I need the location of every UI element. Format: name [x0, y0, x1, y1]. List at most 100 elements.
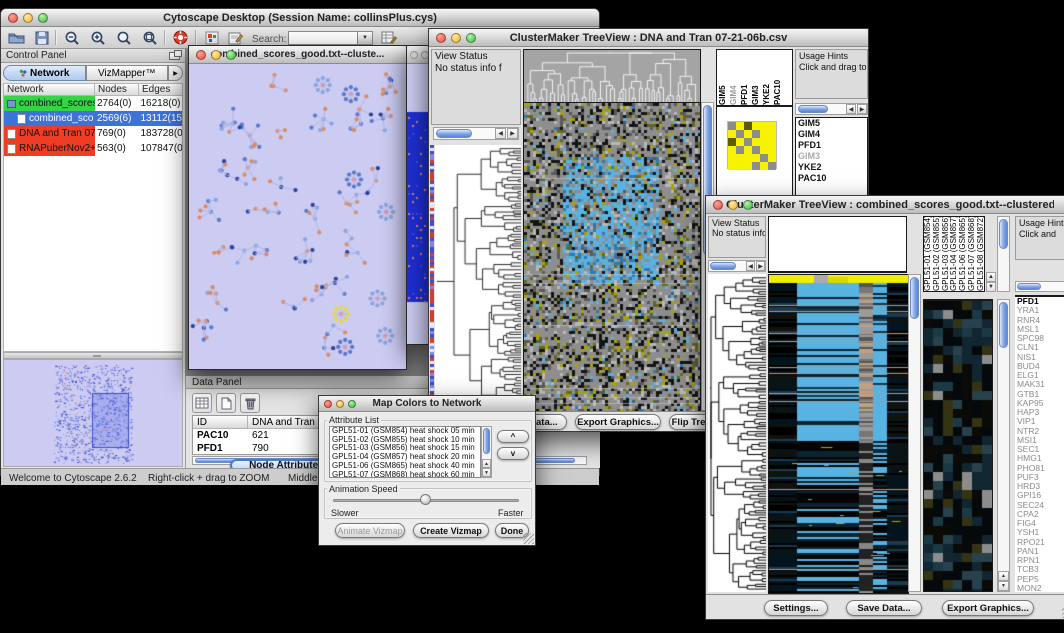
attribute-item[interactable]: GPL51-07 (GSM868) heat shock 60 min	[330, 471, 480, 478]
tab-overflow-button[interactable]: ▶	[168, 65, 183, 81]
network-graph-canvas[interactable]	[189, 64, 406, 369]
animate-vizmap-button[interactable]: Animate Vizmap	[335, 523, 405, 538]
minimize-button[interactable]	[23, 13, 33, 23]
save-icon[interactable]	[32, 29, 51, 46]
save-data-button[interactable]: Save Data...	[846, 600, 922, 616]
network-overview-canvas[interactable]	[4, 360, 182, 466]
vscroll-thumb[interactable]	[483, 428, 490, 454]
scroll-right-icon[interactable]: ▶	[507, 128, 518, 139]
zoom-window-button[interactable]	[38, 13, 48, 23]
column-label[interactable]: GPL51-02 (GSM855)	[933, 217, 942, 291]
matrix-cell[interactable]	[744, 146, 752, 154]
col-edges[interactable]: Edges	[139, 83, 183, 96]
search-dropdown-icon[interactable]: ▼	[358, 31, 373, 45]
gene-label[interactable]: GIM3	[796, 151, 867, 162]
close-button[interactable]	[196, 50, 206, 60]
matrix-cell[interactable]	[760, 154, 768, 162]
matrix-cell[interactable]	[768, 122, 776, 130]
treeview1-left-hscrollbar[interactable]: ◀ ▶	[433, 127, 519, 140]
delete-attribute-icon[interactable]	[240, 393, 260, 413]
table-edit-icon[interactable]	[379, 29, 398, 46]
zoom-window-button[interactable]	[743, 200, 753, 210]
treeview2-left-hscrollbar[interactable]: ◀ ▶	[708, 260, 766, 272]
gene-label[interactable]: GIM5	[796, 118, 867, 129]
network-graph-canvas-2[interactable]	[407, 64, 429, 344]
network-list-row[interactable]: DNA and Tran 07 769(0) 183728(0)	[4, 126, 182, 141]
close-button[interactable]	[8, 13, 18, 23]
gene-label[interactable]: YKE2	[796, 162, 867, 173]
move-down-button[interactable]: v	[497, 447, 529, 460]
matrix-cell[interactable]	[728, 130, 736, 138]
gene-label[interactable]: MON2	[1015, 584, 1064, 592]
treeview2-column-labels[interactable]: GPL51-01 (GSM854)GPL51-02 (GSM855)GPL51-…	[923, 216, 985, 292]
scroll-left-icon[interactable]: ◀	[746, 261, 755, 271]
tab-vizmapper[interactable]: VizMapper™	[86, 65, 169, 81]
matrix-cell[interactable]	[752, 122, 760, 130]
scroll-up-icon[interactable]: ▲	[986, 272, 996, 282]
new-attribute-icon[interactable]	[216, 393, 236, 413]
export-graphics-button[interactable]: Export Graphics...	[942, 600, 1034, 616]
gim-cluster-matrix[interactable]	[727, 121, 777, 169]
network-list-row[interactable]: combined_scores 2764(0) 16218(0)	[4, 96, 182, 111]
dialog-titlebar[interactable]: Map Colors to Network	[319, 396, 535, 412]
network-overview-panel[interactable]	[3, 359, 183, 467]
column-gene-label[interactable]: GIM3	[750, 50, 761, 105]
network-list-row[interactable]: RNAPuberNov2+ 563(0) 107847(0)	[4, 141, 182, 156]
scroll-left-icon[interactable]: ◀	[495, 128, 506, 139]
matrix-cell[interactable]	[736, 138, 744, 146]
scroll-down-icon[interactable]: ▼	[482, 468, 491, 477]
treeview1-column-dendrogram[interactable]	[523, 49, 701, 103]
zoom-fit-icon[interactable]	[114, 29, 133, 46]
scroll-up-icon[interactable]: ▲	[998, 571, 1009, 581]
slider-knob[interactable]	[420, 494, 431, 505]
matrix-cell[interactable]	[760, 122, 768, 130]
column-gene-label[interactable]: PFD1	[739, 50, 750, 105]
scroll-down-icon[interactable]: ▼	[986, 282, 996, 292]
zoom-window-button[interactable]	[226, 50, 236, 60]
treeview1-row-dendrogram[interactable]	[435, 145, 521, 411]
zoom-in-icon[interactable]	[88, 29, 107, 46]
scroll-down-icon[interactable]: ▼	[998, 581, 1009, 591]
hscroll-thumb[interactable]	[710, 262, 736, 270]
attribute-list[interactable]: GPL51-01 (GSM854) heat shock 05 minGPL51…	[329, 426, 481, 478]
network-view-2-titlebar[interactable]	[407, 46, 429, 64]
scroll-left-icon[interactable]: ◀	[846, 104, 856, 114]
column-gene-label[interactable]: YKE2	[761, 50, 772, 105]
matrix-cell[interactable]	[736, 122, 744, 130]
vscroll-thumb[interactable]	[910, 277, 919, 319]
scroll-up-icon[interactable]: ▲	[482, 459, 491, 468]
column-gene-label[interactable]: PAC10	[772, 50, 783, 105]
matrix-cell[interactable]	[736, 162, 744, 170]
close-button[interactable]	[324, 400, 332, 408]
matrix-cell[interactable]	[752, 138, 760, 146]
res-grip-icon[interactable]	[523, 533, 534, 544]
close-button[interactable]	[436, 33, 446, 43]
col-network[interactable]: Network	[3, 83, 95, 96]
tab-network[interactable]: Network	[3, 65, 86, 81]
matrix-cell[interactable]	[728, 146, 736, 154]
attribute-table-icon[interactable]	[192, 393, 212, 413]
matrix-cell[interactable]	[760, 138, 768, 146]
matrix-cell[interactable]	[760, 130, 768, 138]
network-list-row[interactable]: combined_sco 2569(6) 13112(15)	[4, 111, 182, 126]
column-label[interactable]: GPL51-07 (GSM868)	[968, 217, 977, 291]
matrix-cell[interactable]	[768, 138, 776, 146]
hscroll-thumb[interactable]	[1017, 283, 1041, 290]
gene-label[interactable]: GIM4	[796, 129, 867, 140]
treeview2-gene-list[interactable]: PFD1YRA1RNR4MSL1SPC98CLN1NIS1BUD4ELG1MAK…	[1015, 295, 1064, 592]
minimize-button[interactable]	[211, 50, 221, 60]
column-gene-label[interactable]: GIM4	[728, 50, 739, 105]
treeview2-vscrollbar[interactable]	[908, 274, 921, 592]
scroll-right-icon[interactable]: ▶	[857, 104, 867, 114]
settings-button[interactable]: Settings...	[764, 600, 828, 616]
zoom-out-icon[interactable]	[62, 29, 81, 46]
matrix-cell[interactable]	[768, 130, 776, 138]
matrix-cell[interactable]	[736, 154, 744, 162]
matrix-cell[interactable]	[768, 146, 776, 154]
matrix-cell[interactable]	[728, 162, 736, 170]
col-nodes[interactable]: Nodes	[95, 83, 139, 96]
matrix-cell[interactable]	[728, 138, 736, 146]
matrix-cell[interactable]	[744, 162, 752, 170]
treeview2-heatmap[interactable]	[768, 274, 909, 594]
zoom-heatmap-vscrollbar[interactable]: ▲ ▼	[997, 299, 1010, 592]
